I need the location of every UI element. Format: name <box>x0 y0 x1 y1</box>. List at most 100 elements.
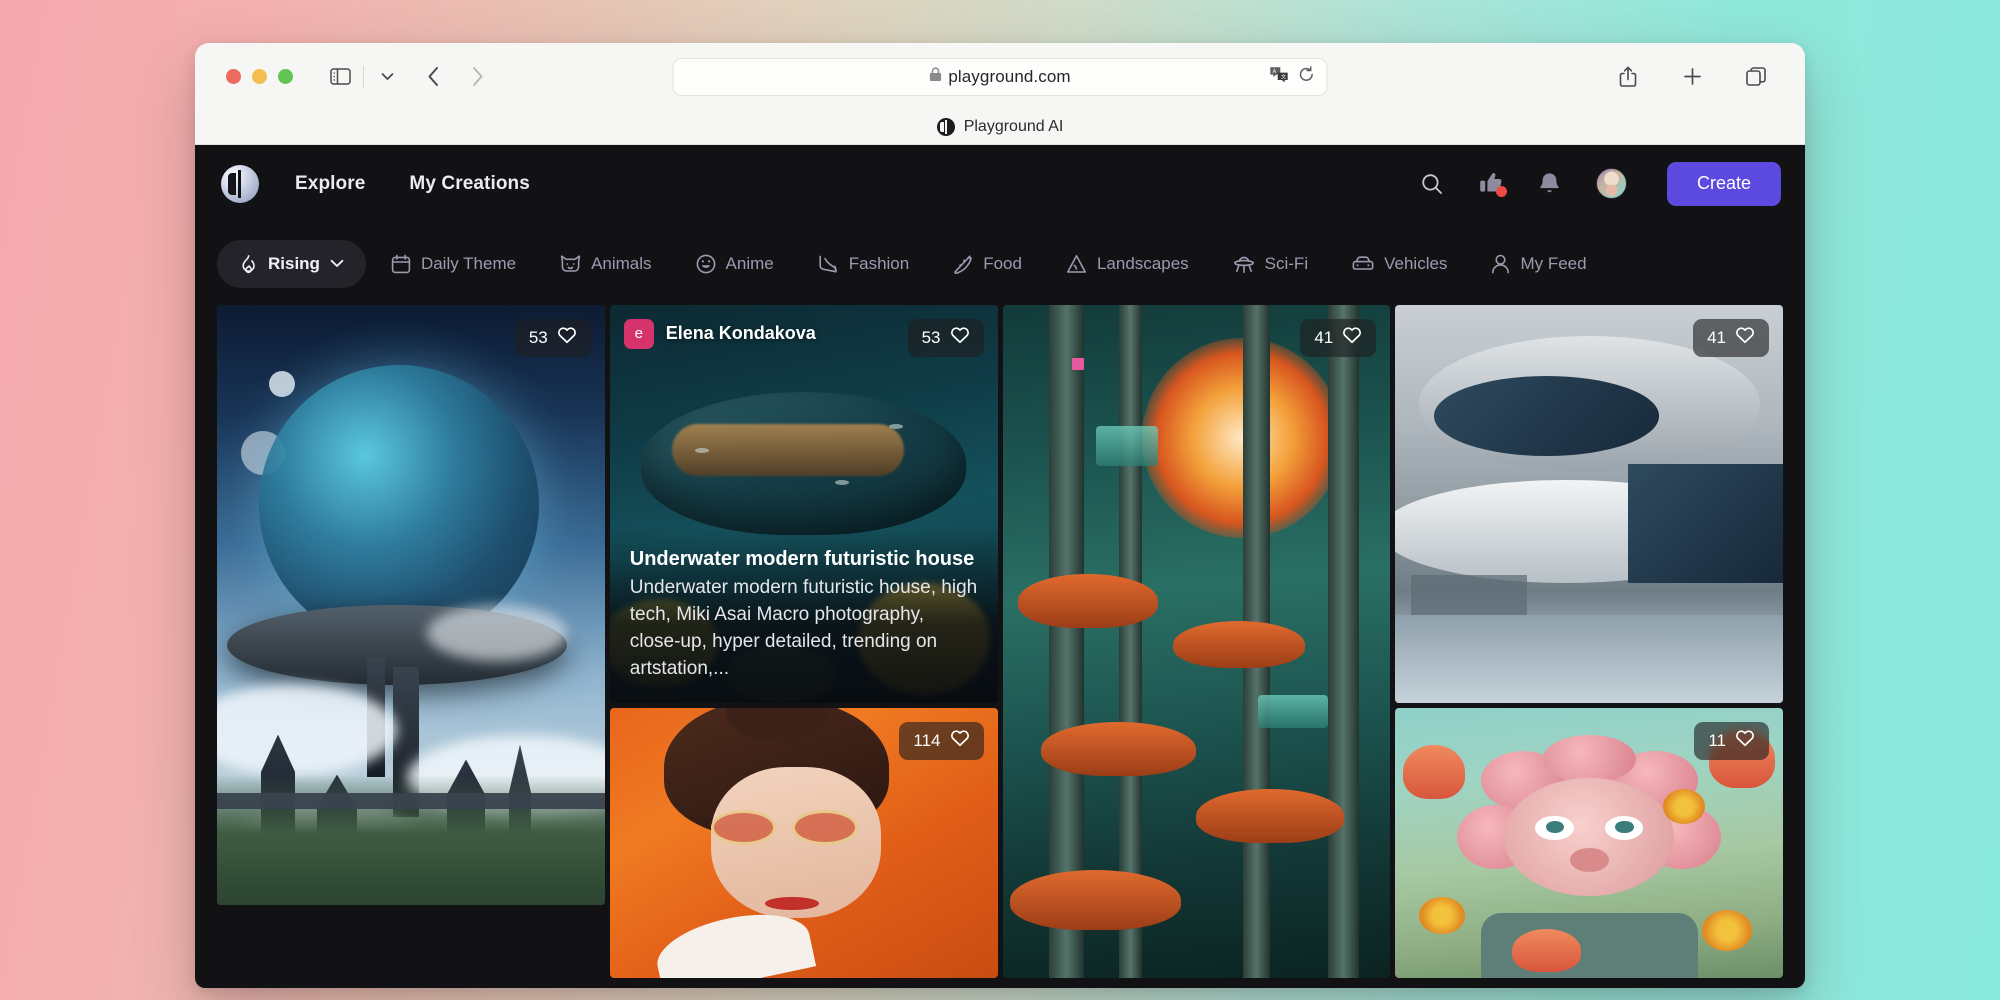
chip-sci-fi[interactable]: Sci-Fi <box>1214 240 1327 288</box>
window-traffic-lights[interactable] <box>226 69 293 84</box>
like-badge[interactable]: 53 <box>907 318 984 357</box>
navigation-arrows[interactable] <box>416 62 494 92</box>
like-count: 53 <box>921 327 941 347</box>
maximize-window-button[interactable] <box>278 69 293 84</box>
chip-label: Rising <box>268 253 320 273</box>
category-filter-bar: Rising Daily Theme Animals Anime Fashion… <box>195 223 1805 305</box>
search-icon[interactable] <box>1421 173 1443 195</box>
browser-chrome: playground.com A 文 Playground AI <box>195 42 1805 145</box>
playground-logo-icon[interactable] <box>221 164 259 203</box>
card-description: Underwater modern futuristic house, high… <box>629 576 978 679</box>
chevron-down-icon <box>330 259 344 268</box>
author-avatar: e <box>623 318 654 349</box>
user-avatar[interactable] <box>1595 168 1627 199</box>
chip-label: Anime <box>725 253 774 273</box>
nav-links: Explore My Creations <box>295 173 530 195</box>
like-count: 41 <box>1314 327 1334 347</box>
heart-icon <box>950 729 970 752</box>
chip-label: My Feed <box>1520 253 1587 273</box>
forward-arrow-icon[interactable] <box>460 62 494 92</box>
heart-icon <box>1735 326 1755 349</box>
tab-overview-icon[interactable] <box>1739 62 1773 92</box>
card-orange-portrait[interactable]: 114 <box>609 707 998 978</box>
card-author[interactable]: e Elena Kondakova <box>623 318 816 349</box>
chip-label: Sci-Fi <box>1264 253 1309 273</box>
cat-icon <box>560 254 581 274</box>
author-name[interactable]: Elena Kondakova <box>666 323 816 344</box>
address-bar[interactable]: playground.com A 文 <box>672 57 1328 96</box>
like-badge[interactable]: 41 <box>1300 318 1377 357</box>
bell-icon[interactable] <box>1539 172 1560 195</box>
card-underwater-house[interactable]: e Elena Kondakova 53 Underwater modern f… <box>609 304 998 703</box>
image-grid: 53 e Elena Kondakova 53 Underwater moder… <box>217 304 1783 988</box>
url-display[interactable]: playground.com <box>929 66 1071 87</box>
chip-anime[interactable]: Anime <box>677 240 793 288</box>
toolbar-divider <box>363 65 364 88</box>
thumbs-up-icon[interactable] <box>1479 172 1507 197</box>
nav-link-my-creations[interactable]: My Creations <box>409 173 530 195</box>
grid-column-2: e Elena Kondakova 53 Underwater modern f… <box>609 304 998 988</box>
back-arrow-icon[interactable] <box>416 62 450 92</box>
create-button[interactable]: Create <box>1666 161 1781 206</box>
like-badge[interactable]: 41 <box>1693 318 1769 357</box>
chip-label: Vehicles <box>1384 253 1448 273</box>
toolbar-actions[interactable] <box>1611 62 1783 92</box>
smiley-icon <box>696 254 716 274</box>
nav-link-explore[interactable]: Explore <box>295 173 365 195</box>
notification-badge <box>1495 186 1507 197</box>
heart-icon <box>557 326 577 349</box>
car-icon <box>1352 255 1374 273</box>
chip-label: Fashion <box>848 253 910 273</box>
card-curved-architecture[interactable]: 41 <box>1395 304 1783 703</box>
high-heel-icon <box>818 254 839 274</box>
chip-label: Daily Theme <box>420 253 517 273</box>
like-badge[interactable]: 11 <box>1694 721 1769 760</box>
person-icon <box>1491 254 1510 274</box>
heart-icon <box>1735 729 1755 752</box>
address-bar-actions[interactable]: A 文 <box>1270 65 1315 88</box>
chip-my-feed[interactable]: My Feed <box>1472 240 1605 288</box>
reload-icon[interactable] <box>1299 65 1315 88</box>
image-grid-container: 53 e Elena Kondakova 53 Underwater moder… <box>195 304 1805 988</box>
card-biopunk-towers[interactable]: 41 <box>1002 304 1391 978</box>
svg-text:A: A <box>1273 68 1277 74</box>
card-hover-overlay: Underwater modern futuristic house Under… <box>609 527 998 703</box>
minimize-window-button[interactable] <box>252 69 267 84</box>
like-count: 41 <box>1707 327 1726 347</box>
lock-icon <box>929 66 941 87</box>
plus-icon[interactable] <box>1675 62 1709 92</box>
chip-vehicles[interactable]: Vehicles <box>1333 240 1466 288</box>
card-title: Underwater modern futuristic house <box>629 547 975 570</box>
heart-icon <box>950 326 970 349</box>
sidebar-icon[interactable] <box>323 62 357 92</box>
tab-strip[interactable]: Playground AI <box>195 111 1805 144</box>
chip-rising[interactable]: Rising <box>217 239 366 288</box>
chip-landscapes[interactable]: Landscapes <box>1047 240 1208 288</box>
heart-icon <box>1342 326 1362 349</box>
chip-label: Animals <box>591 253 652 273</box>
chip-food[interactable]: Food <box>934 240 1041 288</box>
playground-app: Explore My Creations Create Rising Daily… <box>195 144 1805 988</box>
close-window-button[interactable] <box>226 69 241 84</box>
browser-toolbar: playground.com A 文 <box>195 43 1805 111</box>
chip-fashion[interactable]: Fashion <box>799 240 928 288</box>
like-badge[interactable]: 114 <box>899 721 984 760</box>
card-artwork <box>1002 304 1391 978</box>
translate-icon[interactable]: A 文 <box>1270 66 1289 88</box>
like-count: 114 <box>913 730 941 750</box>
url-text: playground.com <box>948 66 1071 86</box>
mountain-icon <box>1066 254 1087 274</box>
nav-actions: Create <box>1421 161 1781 206</box>
ufo-icon <box>1233 254 1255 274</box>
chip-daily-theme[interactable]: Daily Theme <box>372 240 535 288</box>
card-flower-creature[interactable]: 11 <box>1395 707 1783 978</box>
share-icon[interactable] <box>1611 62 1645 92</box>
chevron-down-icon[interactable] <box>370 62 404 92</box>
tab-title[interactable]: Playground AI <box>964 118 1064 136</box>
calendar-icon <box>391 254 411 274</box>
like-count: 11 <box>1708 730 1726 750</box>
playground-favicon-icon <box>936 118 955 136</box>
card-floating-city[interactable]: 53 <box>217 304 605 905</box>
chip-animals[interactable]: Animals <box>541 240 670 288</box>
like-badge[interactable]: 53 <box>514 318 591 357</box>
